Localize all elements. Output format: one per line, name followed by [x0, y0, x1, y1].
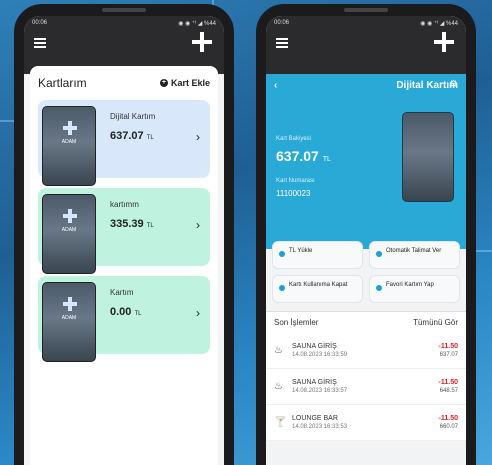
card-image [402, 112, 454, 202]
auto-order-button[interactable]: Otomatik Talimat Ver [369, 241, 460, 269]
chevron-right-icon: › [196, 130, 200, 144]
transaction-row[interactable]: ♨ SAUNA GİRİŞ 14.08.2023 16:33:57 -11.50 6… [266, 369, 466, 405]
plus-icon: + [159, 79, 168, 87]
transaction-row[interactable]: 🍸 LOUNGE BAR 14.08.2023 16:33:53 -11.50 66… [266, 405, 466, 441]
see-all-link[interactable]: Tümünü Gör [413, 318, 458, 327]
sauna-icon: ♨ [274, 345, 283, 356]
cross-logo-icon [63, 209, 77, 223]
card-no-label: Kart Numarası [276, 178, 315, 184]
disable-card-button[interactable]: Kartı Kullanıma Kapat [272, 275, 363, 303]
add-card-button[interactable]: + Kart Ekle [159, 78, 210, 88]
recent-title: Son İşlemler [274, 318, 319, 327]
app-topbar: 00:06 ◉ ◉ ⁺ᴵ ◢ %44 [266, 16, 466, 74]
cards-screen: 00:06 ◉ ◉ ⁺ᴵ ◢ %44 Kartlarım + Kart Ekle … [24, 16, 224, 465]
card-image: ADAM [42, 194, 96, 274]
menu-icon[interactable] [276, 38, 288, 50]
gear-icon[interactable]: ⚙ [449, 79, 458, 90]
status-time: 00:06 [32, 20, 48, 26]
status-icons: ◉ ◉ ⁺ᴵ ◢ %44 [420, 21, 458, 27]
menu-icon[interactable] [34, 38, 46, 50]
lock-icon [279, 285, 285, 291]
speaker [344, 8, 388, 12]
card-detail-screen: 00:06 ◉ ◉ ⁺ᴵ ◢ %44 ‹ Dijital Kartım ⚙ Ka… [266, 16, 466, 465]
card-item[interactable]: ADAM Dijital Kartım 637.07 TL › [38, 100, 210, 186]
card-balance: 637.07 TL [110, 130, 154, 142]
cocktail-icon: 🍸 [274, 417, 287, 428]
card-number: 11100023 [276, 189, 311, 198]
cards-panel: Kartlarım + Kart Ekle ADAM Dijital Kartım… [30, 66, 218, 465]
load-tl-button[interactable]: TL Yükle [272, 241, 363, 269]
bolt-icon [279, 251, 285, 257]
card-balance: 0.00 TL [110, 306, 142, 318]
add-card-label: Kart Ekle [170, 78, 210, 88]
status-time: 00:06 [274, 20, 290, 26]
chevron-right-icon: › [196, 306, 200, 320]
recent-header: Son İşlemler Tümünü Gör [266, 311, 466, 333]
transaction-row[interactable]: ♨ SAUNA GİRİŞ 14.08.2023 16:33:59 -11.50 6… [266, 333, 466, 369]
card-balance: 335.39 TL [110, 218, 154, 230]
favorite-card-button[interactable]: Favori Kartım Yap [369, 275, 460, 303]
card-item[interactable]: ADAM Kartım 0.00 TL › [38, 276, 210, 362]
card-name: Kartım [110, 288, 134, 297]
card-hero: ‹ Dijital Kartım ⚙ Kart Bakiyesi 637.07 … [266, 74, 466, 249]
back-icon[interactable]: ‹ [274, 80, 277, 91]
status-bar: 00:06 ◉ ◉ ⁺ᴵ ◢ %44 [32, 20, 216, 27]
heart-icon [376, 285, 382, 291]
app-logo [434, 32, 454, 52]
card-item[interactable]: ADAM kartımm 335.39 TL › [38, 188, 210, 274]
cross-logo-icon [63, 121, 77, 135]
sauna-icon: ♨ [274, 381, 283, 392]
left-phone: 00:06 ◉ ◉ ⁺ᴵ ◢ %44 Kartlarım + Kart Ekle … [14, 4, 234, 465]
cross-logo-icon [63, 297, 77, 311]
card-name: Dijital Kartım [110, 112, 156, 121]
right-phone: 00:06 ◉ ◉ ⁺ᴵ ◢ %44 ‹ Dijital Kartım ⚙ Ka… [256, 4, 476, 465]
speaker [102, 8, 146, 12]
card-image: ADAM [42, 106, 96, 186]
status-bar: 00:06 ◉ ◉ ⁺ᴵ ◢ %44 [274, 20, 458, 27]
app-logo [192, 32, 212, 52]
balance-value: 637.07 TL [276, 148, 331, 164]
balance-label: Kart Bakiyesi [276, 136, 312, 142]
card-image: ADAM [42, 282, 96, 362]
clock-icon [376, 251, 382, 257]
page-title: Kartlarım [38, 76, 87, 90]
card-name: kartımm [110, 200, 139, 209]
chevron-right-icon: › [196, 218, 200, 232]
status-icons: ◉ ◉ ⁺ᴵ ◢ %44 [178, 21, 216, 27]
